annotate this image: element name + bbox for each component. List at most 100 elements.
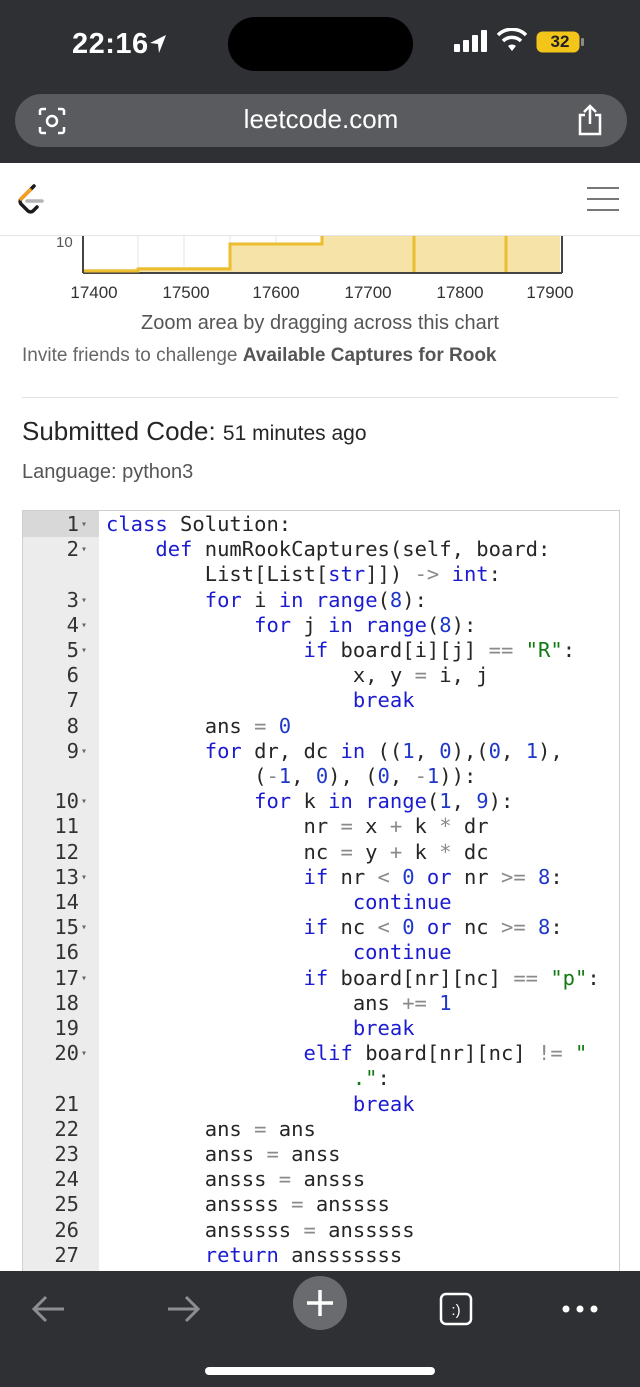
line-number: 14 bbox=[54, 890, 79, 914]
code-line: 23 anss = anss bbox=[23, 1142, 619, 1167]
code-text: def numRookCaptures(self, board: bbox=[155, 537, 551, 562]
submitted-time: 51 minutes ago bbox=[222, 422, 367, 445]
fold-toggle-icon[interactable]: ▾ bbox=[81, 512, 87, 537]
code-line: 4 ▾ for j in range(8): bbox=[23, 613, 619, 638]
language-label: Language: python3 bbox=[22, 461, 194, 483]
fold-toggle-icon[interactable]: ▾ bbox=[81, 915, 87, 940]
submitted-label: Submitted Code: bbox=[22, 416, 216, 446]
code-text: for dr, dc in ((1, 0),(0, 1), bbox=[204, 738, 563, 763]
code-text: ans = 0 bbox=[106, 713, 292, 738]
code-line: 19 break bbox=[23, 1016, 619, 1041]
code-line: 16 continue bbox=[23, 940, 619, 965]
url-text[interactable]: leetcode.com bbox=[15, 104, 627, 135]
fold-toggle-icon[interactable]: ▾ bbox=[81, 537, 87, 562]
location-arrow-icon bbox=[150, 35, 166, 53]
fold-toggle-icon[interactable]: ▾ bbox=[81, 789, 87, 814]
svg-text::): :) bbox=[451, 1302, 460, 1319]
x-tick-label: 17800 bbox=[436, 283, 484, 302]
line-number: 23 bbox=[54, 1142, 79, 1166]
problem-link[interactable]: Available Captures for Rook bbox=[243, 345, 497, 366]
code-line: 6 x, y = i, j bbox=[23, 663, 619, 688]
leetcode-logo-icon[interactable] bbox=[16, 183, 46, 217]
back-arrow-icon[interactable] bbox=[24, 1285, 72, 1333]
dynamic-island bbox=[228, 17, 413, 71]
line-number: 4 bbox=[66, 612, 79, 637]
section-divider bbox=[22, 397, 618, 398]
more-options-icon[interactable] bbox=[556, 1285, 604, 1333]
line-number: 16 bbox=[54, 940, 79, 965]
code-text: break bbox=[352, 1016, 415, 1040]
code-line: 13 ▾ if nr < 0 or nr >= 8: bbox=[23, 865, 619, 890]
line-number: 5 bbox=[66, 638, 79, 662]
fold-toggle-icon[interactable]: ▾ bbox=[81, 739, 87, 764]
code-line: (-1, 0), (0, -1)): bbox=[23, 764, 619, 789]
line-number: 27 bbox=[54, 1242, 79, 1267]
tabs-icon[interactable]: :) bbox=[432, 1285, 480, 1333]
cellular-signal-icon bbox=[454, 30, 487, 52]
code-text: return ansssssss bbox=[204, 1242, 403, 1267]
line-number: 3 bbox=[66, 587, 79, 612]
code-line: 15 ▾ if nc < 0 or nc >= 8: bbox=[23, 915, 619, 940]
code-text: nr = x + k * dr bbox=[106, 814, 489, 839]
code-text: class Solution: bbox=[106, 512, 292, 536]
code-line: List[List[str]]) -> int: bbox=[23, 562, 619, 587]
code-text: if nc < 0 or nc >= 8: bbox=[303, 915, 563, 940]
code-line: 20 ▾ elif board[nr][nc] != " bbox=[23, 1041, 619, 1066]
invite-prefix: Invite friends to challenge bbox=[22, 345, 238, 366]
code-line: 8 ans = 0 bbox=[23, 714, 619, 739]
forward-arrow-icon[interactable] bbox=[160, 1285, 208, 1333]
code-text: break bbox=[352, 1091, 415, 1116]
code-line: 3 ▾ for i in range(8): bbox=[23, 588, 619, 613]
code-line: 11 nr = x + k * dr bbox=[23, 814, 619, 839]
line-number: 10 bbox=[54, 789, 79, 814]
x-tick-label: 17400 bbox=[70, 283, 118, 302]
code-line: 22 ans = ans bbox=[23, 1117, 619, 1142]
line-number: 19 bbox=[54, 1016, 79, 1040]
share-icon[interactable] bbox=[575, 104, 605, 136]
line-number: 21 bbox=[54, 1091, 79, 1116]
browser-top-bar: 22:16 32 leetcode.com bbox=[0, 0, 640, 163]
line-number: 24 bbox=[54, 1167, 79, 1192]
plus-icon bbox=[307, 1290, 333, 1316]
code-text: if board[i][j] == "R": bbox=[303, 638, 576, 662]
line-number: 6 bbox=[66, 663, 79, 688]
code-text: anss = anss bbox=[106, 1142, 341, 1166]
code-text: x, y = i, j bbox=[106, 663, 489, 688]
fold-toggle-icon[interactable]: ▾ bbox=[81, 1041, 87, 1066]
hamburger-menu-icon[interactable] bbox=[587, 185, 619, 213]
code-text: for k in range(1, 9): bbox=[254, 789, 514, 814]
fold-toggle-icon[interactable]: ▾ bbox=[81, 638, 87, 663]
code-text: ansss = ansss bbox=[106, 1167, 366, 1192]
y-tick-label: 10 bbox=[56, 236, 73, 251]
code-text: ans = ans bbox=[106, 1116, 316, 1141]
line-number: 18 bbox=[54, 990, 79, 1015]
chart-bar bbox=[322, 236, 560, 272]
line-number: 22 bbox=[54, 1116, 79, 1141]
code-editor[interactable]: 1 ▾ class Solution: 2 ▾ def numRookCaptures(… bbox=[22, 510, 620, 1272]
new-tab-button[interactable] bbox=[293, 1276, 347, 1330]
code-text: for j in range(8): bbox=[254, 612, 477, 637]
fold-toggle-icon[interactable]: ▾ bbox=[81, 588, 87, 613]
code-line: .": bbox=[23, 1066, 619, 1091]
x-tick-label: 17500 bbox=[162, 283, 210, 302]
fold-toggle-icon[interactable]: ▾ bbox=[81, 613, 87, 638]
code-text: (-1, 0), (0, -1)): bbox=[106, 764, 477, 788]
code-line: 26 ansssss = ansssss bbox=[23, 1218, 619, 1243]
x-tick-label: 17700 bbox=[344, 283, 392, 302]
browser-bottom-bar: :) bbox=[0, 1271, 640, 1387]
code-line: 25 anssss = anssss bbox=[23, 1192, 619, 1217]
status-time: 22:16 bbox=[72, 28, 149, 60]
code-text: nc = y + k * dc bbox=[106, 839, 489, 864]
fold-toggle-icon[interactable]: ▾ bbox=[81, 966, 87, 991]
line-number: 13 bbox=[54, 864, 79, 889]
line-number: 26 bbox=[54, 1217, 79, 1242]
x-tick-label: 17600 bbox=[252, 283, 300, 302]
line-number: 20 bbox=[54, 1041, 79, 1066]
chart-zoom-note: Zoom area by dragging across this chart bbox=[141, 312, 499, 334]
url-bar[interactable]: leetcode.com bbox=[15, 94, 627, 147]
home-indicator bbox=[205, 1367, 435, 1375]
line-number: 17 bbox=[54, 965, 79, 990]
fold-toggle-icon[interactable]: ▾ bbox=[81, 865, 87, 890]
chart-bar bbox=[230, 244, 322, 272]
code-line: 21 break bbox=[23, 1092, 619, 1117]
